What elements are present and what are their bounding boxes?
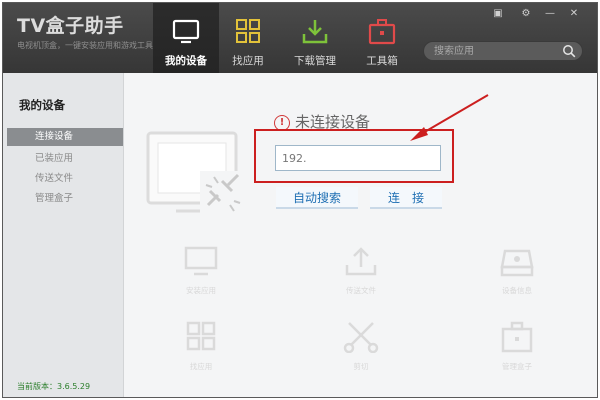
grid-icon [186,321,216,351]
tool-transfer-files[interactable]: 传送文件 [331,245,391,296]
search-icon[interactable] [562,44,576,58]
nav-label: 我的设备 [165,55,207,67]
auto-search-button[interactable]: 自动搜索 [276,187,358,209]
tool-label: 剪切 [353,362,369,371]
sidebar: 我的设备 连接设备 已装应用 传送文件 管理盒子 当前版本：3.6.5.29 [3,73,124,397]
minimize-button[interactable]: — [541,7,559,21]
version-label: 当前版本：3.6.5.29 [17,382,91,391]
settings-button[interactable]: ⚙ [517,7,535,21]
download-icon [302,20,328,44]
nav-find-apps[interactable]: 找应用 [215,3,281,73]
drive-icon [500,249,534,277]
tool-label: 安装应用 [186,286,216,295]
skin-button[interactable]: ▣ [489,7,507,21]
tool-manage-box[interactable]: 管理盒子 [487,321,547,372]
tool-install-apps[interactable]: 安装应用 [171,245,231,296]
tool-find-apps[interactable]: 找应用 [171,321,231,372]
connect-button[interactable]: 连 接 [370,187,442,209]
grid-icon [236,19,260,43]
app-logo: TV盒子助手 [17,15,124,37]
tool-device-info[interactable]: 设备信息 [487,245,547,296]
sidebar-item-transfer-files[interactable]: 传送文件 [7,170,123,188]
monitor-icon [184,246,218,276]
box-icon [501,321,533,353]
sidebar-item-connect-device[interactable]: 连接设备 [7,128,123,146]
ip-address-input[interactable] [275,145,441,171]
tool-label: 设备信息 [502,286,532,295]
nav-label: 找应用 [232,55,264,67]
nav-download-manager[interactable]: 下载管理 [282,3,348,73]
tool-cut[interactable]: 剪切 [331,321,391,372]
nav-label: 下载管理 [294,55,336,67]
top-bar: TV盒子助手 电视机顶盒，一键安装应用和游戏工具 我的设备 找应用 下载管理 工… [3,3,597,73]
main-panel: !未连接设备 自动搜索 连 接 安装应用 传送文件 [124,73,597,397]
broken-link-icon [200,171,246,217]
sidebar-item-installed-apps[interactable]: 已装应用 [7,150,123,168]
tool-label: 管理盒子 [502,362,532,371]
app-slogan: 电视机顶盒，一键安装应用和游戏工具 [17,41,153,50]
search-input[interactable] [434,43,552,59]
sidebar-item-manage-box[interactable]: 管理盒子 [7,190,123,208]
scissors-icon [343,322,379,353]
tool-label: 传送文件 [346,286,376,295]
upload-icon [345,247,377,276]
tool-label: 找应用 [189,362,213,371]
arrow-annotation [410,94,489,141]
nav-my-device[interactable]: 我的设备 [153,3,219,73]
app-window: TV盒子助手 电视机顶盒，一键安装应用和游戏工具 我的设备 找应用 下载管理 工… [2,2,598,398]
toolbox-icon [368,19,396,45]
sidebar-title: 我的设备 [19,98,65,112]
close-button[interactable]: ✕ [565,7,583,21]
tv-icon [172,19,200,44]
nav-toolbox[interactable]: 工具箱 [349,3,415,73]
nav-label: 工具箱 [366,55,398,67]
search-box [423,41,583,61]
